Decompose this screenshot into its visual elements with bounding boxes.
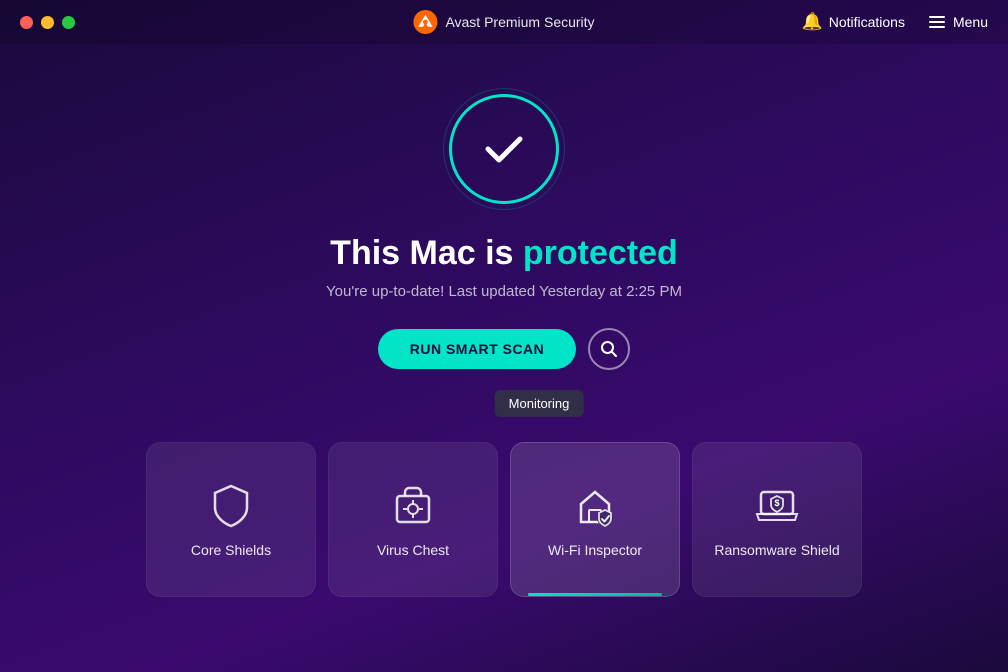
svg-text:$: $ <box>774 498 779 508</box>
notifications-button[interactable]: 🔔 Notifications <box>802 12 905 32</box>
monitoring-tooltip: Monitoring <box>495 390 584 417</box>
checkmark-icon <box>478 123 530 175</box>
virus-chest-label: Virus Chest <box>377 542 449 558</box>
protection-status-icon <box>449 94 559 204</box>
status-title-text: This Mac is <box>330 234 523 272</box>
virus-chest-card[interactable]: Virus Chest <box>328 442 498 597</box>
cards-section: Monitoring Core Shields <box>0 390 1008 597</box>
virus-chest-icon <box>389 482 437 530</box>
ransomware-shield-card[interactable]: $ Ransomware Shield <box>692 442 862 597</box>
traffic-lights <box>20 16 75 29</box>
notifications-label: Notifications <box>829 14 905 30</box>
core-shields-label: Core Shields <box>191 542 271 558</box>
menu-label: Menu <box>953 14 988 30</box>
maximize-button[interactable] <box>62 16 75 29</box>
feature-cards: Core Shields Virus Chest <box>0 442 1008 597</box>
minimize-button[interactable] <box>41 16 54 29</box>
search-icon <box>600 340 618 358</box>
ransomware-shield-label: Ransomware Shield <box>714 542 839 558</box>
smart-scan-button[interactable]: RUN SMART SCAN <box>378 329 577 369</box>
action-buttons-row: RUN SMART SCAN <box>378 328 631 370</box>
main-content: This Mac is protected You're up-to-date!… <box>0 44 1008 597</box>
hamburger-icon <box>929 16 945 28</box>
core-shields-card[interactable]: Core Shields <box>146 442 316 597</box>
wifi-inspector-label: Wi-Fi Inspector <box>548 542 642 558</box>
menu-button[interactable]: Menu <box>929 14 988 30</box>
bell-icon: 🔔 <box>802 12 823 32</box>
protected-highlight: protected <box>523 234 678 272</box>
app-name-label: Avast Premium Security <box>445 14 594 30</box>
title-bar-right: 🔔 Notifications Menu <box>802 12 988 32</box>
close-button[interactable] <box>20 16 33 29</box>
ransomware-shield-icon: $ <box>753 482 801 530</box>
status-title: This Mac is protected <box>330 234 678 273</box>
search-button[interactable] <box>588 328 630 370</box>
status-subtitle: You're up-to-date! Last updated Yesterda… <box>326 283 682 300</box>
wifi-inspector-card[interactable]: Wi-Fi Inspector <box>510 442 680 597</box>
shield-icon <box>207 482 255 530</box>
title-bar: Avast Premium Security 🔔 Notifications M… <box>0 0 1008 44</box>
avast-logo-icon <box>413 10 437 34</box>
app-title-center: Avast Premium Security <box>413 10 594 34</box>
wifi-inspector-icon <box>571 482 619 530</box>
